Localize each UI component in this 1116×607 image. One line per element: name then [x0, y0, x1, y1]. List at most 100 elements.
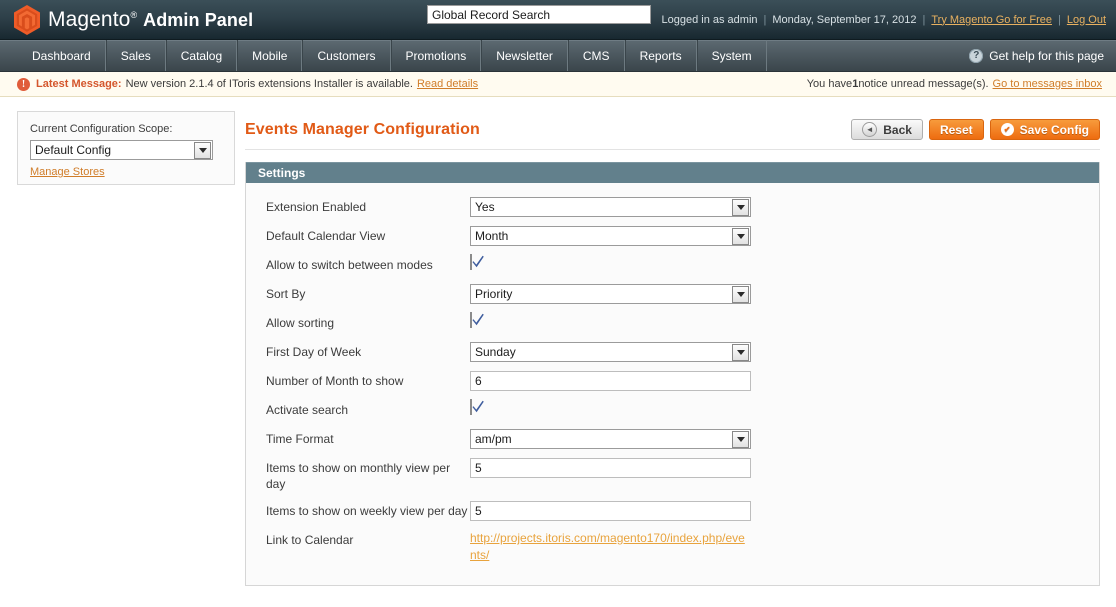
- log-out-link[interactable]: Log Out: [1067, 14, 1106, 26]
- sidebar: Current Configuration Scope: Default Con…: [0, 97, 235, 185]
- default-calendar-view-select[interactable]: Month: [470, 226, 751, 246]
- extension-enabled-value: Yes: [475, 200, 495, 214]
- unread-prefix: You have: [806, 78, 853, 90]
- unread-messages: You have 1 notice unread message(s). Go …: [807, 72, 1102, 96]
- brand-suffix: Admin Panel: [143, 10, 254, 30]
- content-header: Events Manager Configuration ◄ Back Rese…: [245, 97, 1100, 150]
- get-help-button[interactable]: ? Get help for this page: [969, 40, 1104, 71]
- read-details-link[interactable]: Read details: [417, 78, 478, 90]
- nav-item-customers[interactable]: Customers: [302, 40, 391, 71]
- nav-item-reports[interactable]: Reports: [624, 40, 697, 71]
- settings-row-link-to-calendar: Link to Calendar http://projects.itoris.c…: [246, 530, 1099, 564]
- field-control-activate-search: [470, 399, 1099, 415]
- app-header: Magento® Admin Panel Logged in as admin …: [0, 0, 1116, 40]
- settings-row-first-day-of-week: First Day of Week Sunday: [246, 342, 1099, 362]
- field-label-items-monthly-view-per-day: Items to show on monthly view per day: [266, 461, 451, 491]
- field-control-allow-switch-between-modes: [470, 254, 1099, 270]
- field-control-link-to-calendar: http://projects.itoris.com/magento170/in…: [470, 530, 1099, 564]
- nav-item-label: Sales: [120, 48, 151, 63]
- nav-item-label: Newsletter: [496, 48, 553, 63]
- nav-item-newsletter[interactable]: Newsletter: [481, 40, 568, 71]
- field-label-sort-by: Sort By: [266, 287, 306, 301]
- extension-enabled-select[interactable]: Yes: [470, 197, 751, 217]
- page-action-buttons: ◄ Back Reset ✔ Save Config: [851, 119, 1100, 140]
- header-separator-1: |: [763, 13, 767, 26]
- items-monthly-view-per-day-input[interactable]: [470, 458, 751, 478]
- latest-message-text: New version 2.1.4 of IToris extensions I…: [125, 78, 413, 90]
- configuration-scope-select[interactable]: Default Config: [30, 140, 213, 160]
- latest-message-title: Latest Message:: [36, 78, 122, 90]
- help-icon: ?: [969, 48, 984, 63]
- go-to-messages-inbox-link[interactable]: Go to messages inbox: [993, 78, 1102, 90]
- nav-item-cms[interactable]: CMS: [567, 40, 625, 71]
- settings-row-allow-switch-between-modes: Allow to switch between modes: [246, 254, 1099, 275]
- message-bar: ! Latest Message: New version 2.1.4 of I…: [0, 72, 1116, 97]
- field-control-allow-sorting: [470, 312, 1099, 328]
- nav-item-mobile[interactable]: Mobile: [237, 40, 303, 71]
- nav-item-label: Customers: [317, 48, 376, 63]
- header-separator-2: |: [922, 13, 926, 26]
- field-control-items-weekly-view-per-day: [470, 501, 1099, 521]
- magento-logo-icon: [14, 4, 40, 35]
- nav-item-dashboard[interactable]: Dashboard: [18, 40, 106, 71]
- header-separator-3: |: [1058, 13, 1061, 26]
- nav-item-catalog[interactable]: Catalog: [165, 40, 238, 71]
- sort-by-value: Priority: [475, 287, 513, 301]
- logged-in-text: Logged in as admin: [661, 13, 758, 26]
- configuration-scope-box: Current Configuration Scope: Default Con…: [17, 111, 235, 185]
- chevron-down-icon: [194, 141, 211, 159]
- nav-item-sales[interactable]: Sales: [105, 40, 166, 71]
- reset-button-label: Reset: [939, 122, 973, 137]
- settings-row-items-weekly-view-per-day: Items to show on weekly view per day: [246, 501, 1099, 521]
- settings-row-items-monthly-view-per-day: Items to show on monthly view per day: [246, 458, 1099, 492]
- save-config-button-label: Save Config: [1019, 122, 1089, 137]
- field-control-default-calendar-view: Month: [470, 226, 1099, 246]
- field-label-time-format: Time Format: [266, 432, 334, 446]
- back-button[interactable]: ◄ Back: [851, 119, 923, 140]
- settings-panel-header[interactable]: Settings: [246, 162, 1099, 183]
- field-label-items-weekly-view-per-day: Items to show on weekly view per day: [266, 504, 468, 518]
- first-day-of-week-select[interactable]: Sunday: [470, 342, 751, 362]
- latest-message: ! Latest Message: New version 2.1.4 of I…: [0, 77, 478, 91]
- brand-title: Magento® Admin Panel: [48, 9, 253, 30]
- field-label-extension-enabled: Extension Enabled: [266, 200, 367, 214]
- nav-item-label: Reports: [639, 48, 682, 63]
- chevron-down-icon: [732, 343, 749, 361]
- main-navigation: Dashboard Sales Catalog Mobile Customers Prom…: [0, 40, 1116, 72]
- field-label-activate-search: Activate search: [266, 403, 349, 417]
- header-status: Logged in as admin | Monday, September 1…: [662, 0, 1107, 39]
- nav-item-label: Promotions: [405, 48, 467, 63]
- settings-panel-body: Extension Enabled Yes Default Calendar Vie…: [246, 183, 1099, 585]
- content-area: Events Manager Configuration ◄ Back Rese…: [219, 97, 1116, 586]
- link-to-calendar-link[interactable]: http://projects.itoris.com/magento170/in…: [470, 530, 751, 564]
- scope-label: Current Configuration Scope:: [30, 123, 173, 135]
- reset-button[interactable]: Reset: [928, 119, 984, 140]
- unread-suffix: notice unread message(s).: [858, 78, 989, 90]
- allow-switch-between-modes-checkbox[interactable]: [470, 254, 484, 270]
- allow-sorting-checkbox[interactable]: [470, 312, 484, 328]
- settings-panel: Settings Extension Enabled Yes Default Cal…: [245, 162, 1100, 586]
- main-area: Current Configuration Scope: Default Con…: [0, 97, 1116, 601]
- settings-row-number-of-month-to-show: Number of Month to show: [246, 371, 1099, 391]
- items-weekly-view-per-day-input[interactable]: [470, 501, 751, 521]
- nav-item-promotions[interactable]: Promotions: [390, 40, 482, 71]
- try-magento-go-link[interactable]: Try Magento Go for Free: [931, 14, 1052, 26]
- page-title: Events Manager Configuration: [245, 120, 480, 138]
- manage-stores-link[interactable]: Manage Stores: [30, 166, 105, 178]
- brand-name: Magento: [48, 8, 131, 31]
- settings-panel-title: Settings: [258, 165, 306, 180]
- field-control-sort-by: Priority: [470, 284, 1099, 304]
- sort-by-select[interactable]: Priority: [470, 284, 751, 304]
- activate-search-checkbox[interactable]: [470, 399, 484, 415]
- settings-row-extension-enabled: Extension Enabled Yes: [246, 197, 1099, 217]
- nav-item-system[interactable]: System: [696, 40, 767, 71]
- save-config-button[interactable]: ✔ Save Config: [989, 119, 1100, 140]
- nav-item-label: System: [711, 48, 752, 63]
- nav-item-list: Dashboard Sales Catalog Mobile Customers Prom…: [0, 40, 767, 71]
- number-of-month-to-show-input[interactable]: [470, 371, 751, 391]
- brand-logo[interactable]: Magento® Admin Panel: [0, 4, 253, 35]
- chevron-down-icon: [732, 430, 749, 448]
- global-search-input[interactable]: [427, 5, 651, 24]
- time-format-select[interactable]: am/pm: [470, 429, 751, 449]
- settings-row-allow-sorting: Allow sorting: [246, 312, 1099, 333]
